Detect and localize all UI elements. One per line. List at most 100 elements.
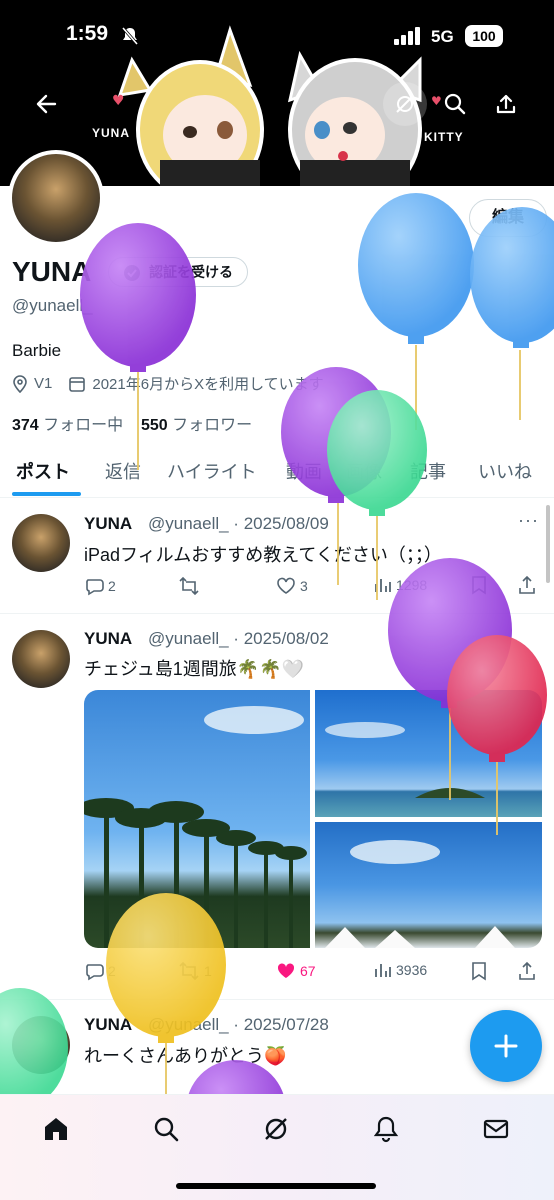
reply-icon [86,964,104,981]
reply-button[interactable]: 2 [84,961,116,981]
grok-icon [265,1118,287,1140]
location-pin-icon [13,374,27,393]
reply-count: 2 [108,578,116,594]
view-count: 3936 [396,962,428,978]
views-icon [375,579,391,592]
edit-profile-button[interactable]: 編集 [469,199,547,237]
verified-badge-icon [124,265,140,281]
calendar-icon [69,376,86,392]
balloon-blue-1 [358,193,474,430]
search-button[interactable] [433,82,477,126]
bell-icon [373,1116,399,1143]
balloon-blue-2 [470,207,554,420]
heart-filled-icon [277,963,295,978]
followers-count: 550 [140,417,168,434]
post-text: チェジュ島1週間旅🌴🌴🤍 [84,659,304,679]
tab-videos[interactable]: 動画 [286,458,322,484]
more-options-icon[interactable]: ··· [518,510,539,531]
post-divider [0,613,554,614]
post-handle-date: @yunaell_ · 2025/07/28 [148,1015,329,1034]
sea-island-image [325,722,485,798]
like-count: 67 [300,963,316,979]
post-photo-palms[interactable] [84,690,310,948]
bookmark-icon[interactable] [470,575,488,595]
plus-icon [494,1034,518,1058]
back-button[interactable] [24,82,68,126]
search-icon [444,93,466,115]
view-count: 1298 [396,577,428,593]
following-label: フォロー中 [43,417,124,434]
like-count: 3 [300,578,308,594]
repost-icon [179,576,199,596]
search-icon [154,1117,179,1142]
home-indicator[interactable] [176,1183,376,1189]
mail-icon [483,1119,509,1139]
repost-button[interactable]: 1 [178,961,212,981]
repost-count: 1 [204,963,212,979]
bookmark-icon[interactable] [470,961,488,981]
reply-count: 2 [108,963,116,979]
network-type: 5G [431,27,454,46]
tab-posts[interactable]: ポスト [16,458,70,484]
profile-location: V1 [34,375,53,392]
post-author-name: YUNA [84,514,133,533]
like-button[interactable]: 3 [276,576,308,596]
following-link[interactable]: 374 フォロー中 [12,417,123,434]
tab-likes[interactable]: いいね [478,458,532,484]
active-tab-indicator [12,492,81,496]
following-count: 374 [12,417,39,434]
followers-label: フォロワー [172,417,253,434]
profile-joined: 2021年6月からXを利用しています [92,376,324,393]
post-author-name: YUNA [84,1015,133,1034]
post-text: れーくさんありがとう🍑 [84,1046,287,1066]
post-avatar[interactable] [12,630,70,688]
post-divider [0,999,554,1000]
share-icon[interactable] [517,575,537,595]
profile-handle: @yunaell_ [12,296,93,315]
share-button[interactable] [484,82,528,126]
bell-off-icon [121,27,139,45]
heart-icon [277,577,295,594]
reply-icon [86,579,104,596]
svg-text:♥: ♥ [112,93,125,109]
nav-notifications[interactable] [366,1109,406,1149]
repost-icon [179,961,199,981]
tab-highlights[interactable]: ハイライト [167,458,257,484]
get-verified-label: 認証を受ける [149,264,233,280]
tab-replies[interactable]: 返信 [105,458,141,484]
profile-avatar[interactable] [8,150,104,246]
post-avatar[interactable] [12,1016,70,1074]
share-icon [496,94,516,114]
followers-link[interactable]: 550 フォロワー [141,417,252,434]
post-handle-date: @yunaell_ · 2025/08/09 [148,514,329,533]
reply-button[interactable]: 2 [84,576,116,596]
compose-post-button[interactable] [470,1010,542,1082]
nav-search[interactable] [146,1109,186,1149]
banner-label-left: YUNA [92,126,131,140]
grok-button[interactable] [383,82,427,126]
nav-grok[interactable] [256,1109,296,1149]
post-photo-sea[interactable] [315,690,542,817]
views-icon [375,964,391,977]
nav-home[interactable] [36,1109,76,1149]
post-handle-date: @yunaell_ · 2025/08/02 [148,629,329,648]
post-photo-beach[interactable] [315,822,542,948]
like-button[interactable]: 67 [276,961,316,981]
follow-stats: 374 フォロー中 550 フォロワー [12,411,252,435]
status-time: 1:59 [66,22,109,45]
get-verified-button[interactable]: 認証を受ける [108,257,248,287]
post-avatar[interactable] [12,514,70,572]
profile-bio: Barbie [12,341,62,360]
post-text: iPadフィルムおすすめ教えてください（；；） [84,545,442,565]
views-button[interactable]: 1298 [374,576,427,594]
palm-trees-image [84,706,307,948]
tab-photos[interactable]: 画像 [346,458,382,484]
profile-tabs: ポスト 返信 ハイライト 動画 画像 記事 いいね [0,448,554,498]
share-icon[interactable] [517,961,537,981]
nav-messages[interactable] [476,1109,516,1149]
scrollbar[interactable] [546,505,550,583]
banner-label-right: KITTY [424,130,464,144]
tab-articles[interactable]: 記事 [410,458,446,484]
repost-button[interactable] [178,576,204,596]
views-button[interactable]: 3936 [374,961,427,979]
